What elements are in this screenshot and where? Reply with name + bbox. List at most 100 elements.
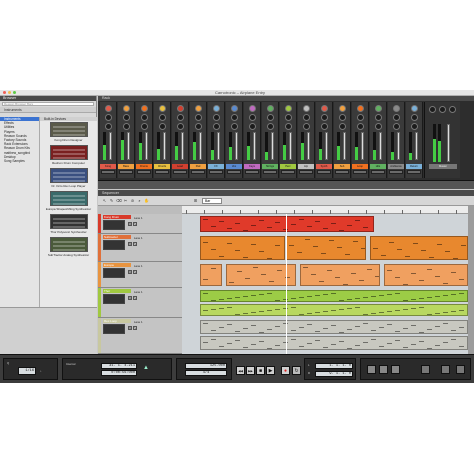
track-header[interactable]: Kong Drum Lane 1MS	[98, 214, 182, 234]
channel-knob[interactable]	[303, 114, 310, 121]
track-header[interactable]: Rex Loop Lane 1MS	[98, 318, 182, 354]
channel-device-button[interactable]	[191, 170, 205, 174]
channel-knob[interactable]	[285, 123, 292, 130]
record-button[interactable]: ●	[281, 366, 290, 375]
playhead[interactable]	[286, 214, 287, 354]
channel-knob[interactable]	[321, 123, 328, 130]
channel-fader[interactable]	[145, 132, 148, 160]
mute-tool-icon[interactable]: ⊘	[130, 198, 135, 203]
channel-fader[interactable]	[181, 132, 184, 160]
channel-name[interactable]: Return	[406, 164, 422, 169]
sequencer-clip[interactable]	[200, 216, 374, 232]
channel-knob[interactable]	[105, 105, 112, 112]
eraser-tool-icon[interactable]: ⌫	[116, 198, 122, 203]
channel-device-button[interactable]	[209, 170, 223, 174]
channel-device-button[interactable]	[335, 170, 349, 174]
channel-knob[interactable]	[303, 123, 310, 130]
channel-knob[interactable]	[159, 105, 166, 112]
sequencer-clip[interactable]	[200, 236, 285, 260]
devices-header[interactable]: Built-in Devices	[40, 117, 97, 122]
mute-track-button[interactable]: M	[128, 222, 132, 226]
device-item[interactable]: Europa Shapeshifting Synthesizer	[42, 191, 95, 213]
channel-name[interactable]: Strings	[262, 164, 278, 169]
magnify-tool-icon[interactable]: ⌕	[137, 198, 142, 203]
channel-device-button[interactable]	[263, 170, 277, 174]
channel-knob[interactable]	[411, 105, 418, 112]
track-name[interactable]: Europa	[103, 263, 131, 267]
sequencer-clip[interactable]	[370, 236, 468, 260]
channel-knob[interactable]	[159, 114, 166, 121]
left-locator-display[interactable]: 1. 1. 1. 0	[315, 363, 353, 369]
channel-fader[interactable]	[217, 132, 220, 160]
channel-knob[interactable]	[375, 114, 382, 121]
browser-filter-dropdown[interactable]: Instruments	[0, 107, 96, 113]
device-item[interactable]: SubTractor Analog Synthesizer	[42, 237, 95, 259]
channel-device-button[interactable]	[101, 170, 115, 174]
channel-knob[interactable]	[267, 114, 274, 121]
channel-knob[interactable]	[123, 123, 130, 130]
channel-device-button[interactable]	[317, 170, 331, 174]
channel-fader[interactable]	[127, 132, 130, 160]
channel-knob[interactable]	[141, 123, 148, 130]
channel-knob[interactable]	[267, 123, 274, 130]
channel-knob[interactable]	[393, 114, 400, 121]
channel-knob[interactable]	[411, 123, 418, 130]
channel-knob[interactable]	[231, 114, 238, 121]
position-bars-display[interactable]: 31. 1. 4.211	[101, 363, 137, 369]
mute-track-button[interactable]: M	[128, 296, 132, 300]
channel-name[interactable]: Keys	[244, 164, 260, 169]
precount-button[interactable]	[391, 365, 400, 374]
channel-fader[interactable]	[163, 132, 166, 160]
fast-forward-button[interactable]: ▶▶	[246, 366, 255, 375]
hand-tool-icon[interactable]: ✋	[144, 198, 149, 203]
channel-knob[interactable]	[123, 105, 130, 112]
sequencer-clip[interactable]	[200, 320, 468, 334]
channel-knob[interactable]	[213, 123, 220, 130]
track-name[interactable]: Subtractor	[103, 235, 131, 239]
channel-fader[interactable]	[271, 132, 274, 160]
channel-name[interactable]: Chords	[154, 164, 170, 169]
channel-knob[interactable]	[159, 123, 166, 130]
right-locator-display[interactable]: 9. 1. 1. 0	[315, 371, 353, 377]
channel-knob[interactable]	[249, 114, 256, 121]
channel-fader[interactable]	[379, 132, 382, 160]
track-name[interactable]: Thor	[103, 289, 131, 293]
channel-knob[interactable]	[339, 123, 346, 130]
channel-knob[interactable]	[231, 105, 238, 112]
channel-device-button[interactable]	[155, 170, 169, 174]
channel-knob[interactable]	[195, 105, 202, 112]
channel-fader[interactable]	[109, 132, 112, 160]
channel-fader[interactable]	[289, 132, 292, 160]
channel-knob[interactable]	[393, 123, 400, 130]
channel-fader[interactable]	[415, 132, 418, 160]
channel-name[interactable]: Loop	[352, 164, 368, 169]
channel-knob[interactable]	[357, 114, 364, 121]
channel-fader[interactable]	[235, 132, 238, 160]
select-tool-icon[interactable]: ↖	[102, 198, 107, 203]
channel-knob[interactable]	[141, 105, 148, 112]
channel-knob[interactable]	[321, 114, 328, 121]
channel-knob[interactable]	[231, 123, 238, 130]
channel-device-button[interactable]	[353, 170, 367, 174]
pencil-tool-icon[interactable]: ✎	[109, 198, 114, 203]
channel-name[interactable]: Lead	[172, 164, 188, 169]
mute-track-button[interactable]: M	[128, 270, 132, 274]
rewind-button[interactable]: ◀◀	[236, 366, 245, 375]
solo-track-button[interactable]: S	[133, 326, 137, 330]
channel-knob[interactable]	[411, 114, 418, 121]
channel-fader[interactable]	[343, 132, 346, 160]
channel-knob[interactable]	[357, 105, 364, 112]
channel-knob[interactable]	[375, 105, 382, 112]
track-header[interactable]: Thor Lane 1MS	[98, 288, 182, 318]
sequencer-clip[interactable]	[384, 264, 468, 286]
solo-track-button[interactable]: S	[133, 242, 137, 246]
channel-fader[interactable]	[199, 132, 202, 160]
channel-device-button[interactable]	[407, 170, 421, 174]
snap-dropdown[interactable]: Bar	[202, 198, 222, 204]
channel-name[interactable]: Pad	[190, 164, 206, 169]
track-header[interactable]: Subtractor Lane 1MS	[98, 234, 182, 262]
channel-fader[interactable]	[397, 132, 400, 160]
solo-track-button[interactable]: S	[133, 222, 137, 226]
channel-device-button[interactable]	[173, 170, 187, 174]
solo-track-button[interactable]: S	[133, 270, 137, 274]
